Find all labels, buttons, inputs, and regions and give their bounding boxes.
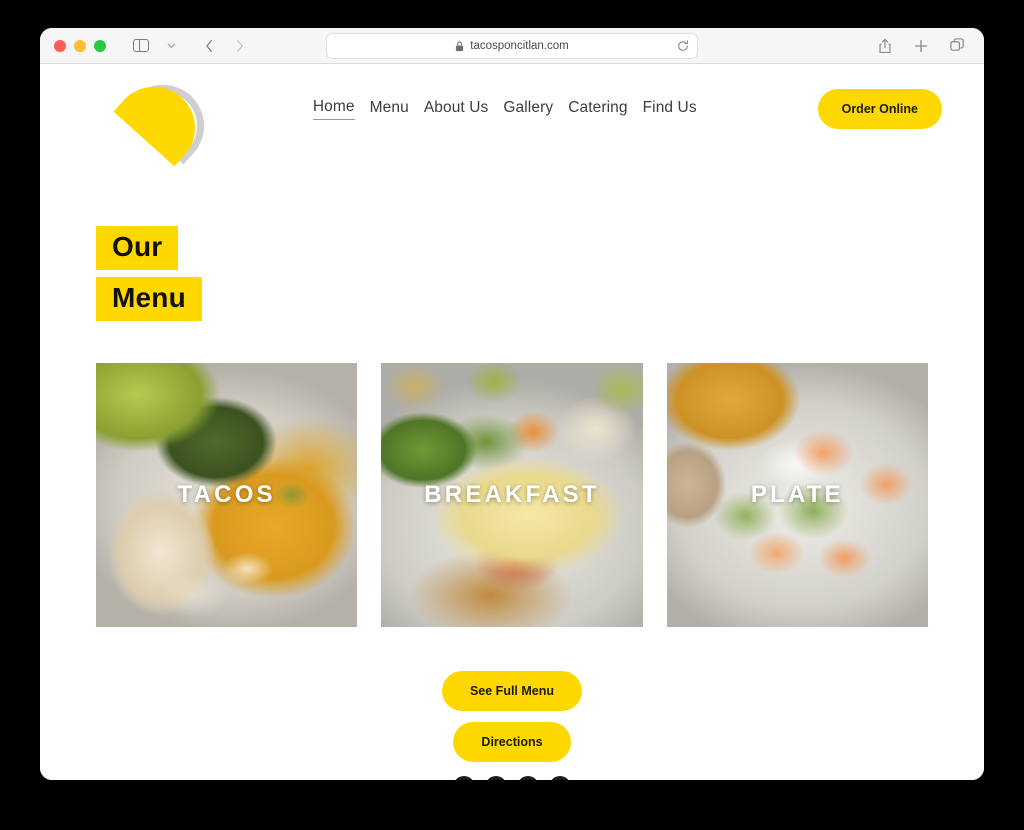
- back-arrow-icon: [205, 39, 212, 52]
- tab-overview-button[interactable]: [944, 33, 970, 59]
- tripadvisor-icon[interactable]: [549, 776, 571, 780]
- sidebar-toggle-button[interactable]: [128, 33, 154, 59]
- forward-arrow-icon: [236, 39, 243, 52]
- social-links: [40, 776, 984, 780]
- toolbar-right-group: [872, 33, 970, 59]
- main-navigation: Home Menu About Us Gallery Catering Find…: [192, 98, 818, 120]
- new-tab-button[interactable]: [908, 33, 934, 59]
- nav-item-home[interactable]: Home: [312, 98, 355, 120]
- category-card-breakfast[interactable]: BREAKFAST: [381, 363, 643, 627]
- taco-logo[interactable]: [96, 67, 221, 167]
- nav-item-menu[interactable]: Menu: [370, 99, 409, 120]
- page-title-line-2: Menu: [96, 277, 202, 321]
- category-card-label: PLATE: [750, 481, 844, 508]
- chevron-down-icon: [167, 43, 175, 48]
- address-bar[interactable]: tacosponcitlan.com: [326, 33, 698, 59]
- minimize-window-button[interactable]: [74, 39, 86, 52]
- category-card-plate[interactable]: PLATE: [666, 363, 928, 627]
- instagram-icon[interactable]: [453, 776, 475, 780]
- forward-button[interactable]: [226, 33, 252, 59]
- category-card-label: BREAKFAST: [424, 481, 600, 508]
- nav-item-find-us[interactable]: Find Us: [643, 99, 697, 120]
- close-window-button[interactable]: [54, 39, 66, 52]
- browser-toolbar: tacosponcitlan.com: [40, 28, 984, 64]
- sidebar-toggle-icon: [133, 38, 149, 53]
- see-full-menu-button[interactable]: See Full Menu: [441, 671, 583, 711]
- reload-button[interactable]: [677, 40, 689, 52]
- page-title: Our Menu: [96, 226, 984, 321]
- category-card-label: TACOS: [177, 481, 276, 508]
- browser-window: tacosponcitlan.com Home Menu About Us Ga…: [40, 28, 984, 780]
- lock-icon: [455, 41, 464, 52]
- sidebar-dropdown-button[interactable]: [158, 33, 184, 59]
- reload-icon: [678, 40, 689, 51]
- page-title-line-1: Our: [96, 226, 179, 270]
- order-online-button[interactable]: Order Online: [817, 89, 942, 129]
- directions-button[interactable]: Directions: [453, 722, 571, 762]
- window-controls: [54, 39, 106, 52]
- address-bar-url: tacosponcitlan.com: [470, 40, 569, 52]
- plus-icon: [914, 39, 928, 52]
- category-card-tacos[interactable]: TACOS: [96, 363, 358, 627]
- back-button[interactable]: [196, 33, 222, 59]
- share-button[interactable]: [872, 33, 898, 59]
- share-icon: [879, 38, 891, 53]
- facebook-icon[interactable]: [485, 776, 507, 780]
- nav-item-about-us[interactable]: About Us: [424, 99, 489, 120]
- page-viewport: Home Menu About Us Gallery Catering Find…: [40, 64, 984, 780]
- menu-category-cards: TACOS BREAKFAST PLATE: [96, 363, 928, 627]
- tab-overview-icon: [949, 38, 964, 51]
- nav-item-gallery[interactable]: Gallery: [503, 99, 553, 120]
- maximize-window-button[interactable]: [94, 39, 106, 52]
- site-header: Home Menu About Us Gallery Catering Find…: [40, 64, 984, 167]
- toolbar-left-group: [128, 33, 252, 59]
- yelp-icon[interactable]: [517, 776, 539, 780]
- cta-section: See Full Menu Directions: [40, 671, 984, 762]
- nav-item-catering[interactable]: Catering: [568, 99, 627, 120]
